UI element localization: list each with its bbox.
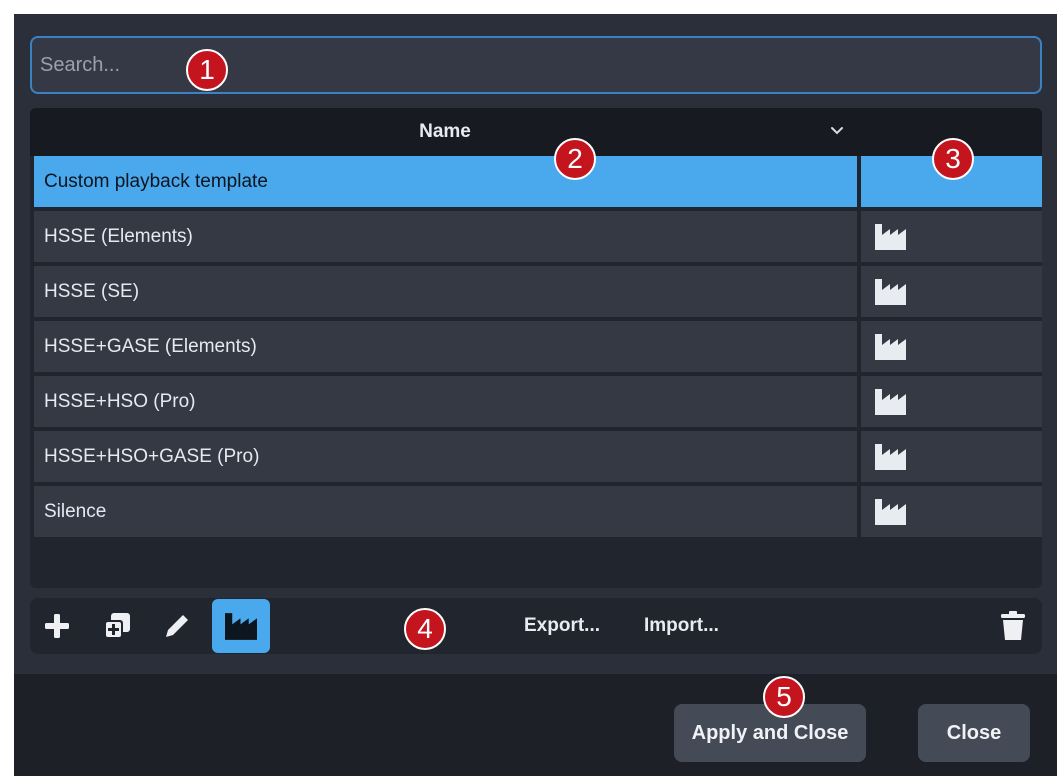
playback-templates-dialog: Name Custom playback template HSSE (Elem… [14, 14, 1057, 776]
table-row[interactable]: HSSE (Elements) [34, 211, 1042, 262]
callout-marker: 5 [763, 676, 805, 718]
factory-icon [875, 444, 906, 470]
trash-icon [1001, 611, 1025, 640]
table-row[interactable]: HSSE+HSO (Pro) [34, 376, 1042, 427]
template-type-cell [861, 211, 1042, 262]
template-name: Custom playback template [34, 156, 857, 207]
factory-icon [875, 334, 906, 360]
factory-icon [875, 499, 906, 525]
table-row[interactable]: HSSE (SE) [34, 266, 1042, 317]
callout-marker: 3 [932, 138, 974, 180]
factory-icon [225, 612, 257, 640]
template-name: HSSE+GASE (Elements) [34, 321, 857, 372]
edit-template-button[interactable] [154, 604, 200, 648]
close-button[interactable]: Close [918, 704, 1030, 762]
factory-icon [875, 389, 906, 415]
template-type-cell [861, 376, 1042, 427]
template-name: HSSE+HSO+GASE (Pro) [34, 431, 857, 482]
table-row[interactable]: Custom playback template [34, 156, 1042, 207]
template-type-cell [861, 321, 1042, 372]
templates-table: Name Custom playback template HSSE (Elem… [30, 108, 1042, 588]
template-type-cell [861, 431, 1042, 482]
duplicate-icon [104, 613, 130, 639]
template-type-cell [861, 486, 1042, 537]
pencil-icon [166, 615, 188, 637]
delete-template-button[interactable] [990, 604, 1036, 648]
search-input[interactable] [30, 36, 1042, 94]
template-name: Silence [34, 486, 857, 537]
table-row[interactable]: Silence [34, 486, 1042, 537]
callout-marker: 2 [554, 138, 596, 180]
template-name: HSSE (Elements) [34, 211, 857, 262]
template-name: HSSE (SE) [34, 266, 857, 317]
table-row[interactable]: HSSE+HSO+GASE (Pro) [34, 431, 1042, 482]
export-button[interactable]: Export... [524, 598, 600, 654]
template-type-cell [861, 266, 1042, 317]
template-name: HSSE+HSO (Pro) [34, 376, 857, 427]
dialog-footer: Apply and Close Close [14, 674, 1057, 776]
factory-icon [875, 224, 906, 250]
factory-icon [875, 279, 906, 305]
plus-icon [45, 614, 69, 638]
callout-marker: 1 [186, 49, 228, 91]
column-header-name[interactable]: Name [30, 108, 860, 156]
import-button[interactable]: Import... [644, 598, 719, 654]
callout-marker: 4 [404, 608, 446, 650]
chevron-down-icon[interactable] [826, 120, 848, 142]
duplicate-template-button[interactable] [94, 604, 140, 648]
table-header: Name [30, 108, 1042, 156]
add-template-button[interactable] [34, 604, 80, 648]
templates-toolbar: Export... Import... [30, 598, 1042, 654]
factory-template-button[interactable] [212, 599, 270, 653]
table-row[interactable]: HSSE+GASE (Elements) [34, 321, 1042, 372]
